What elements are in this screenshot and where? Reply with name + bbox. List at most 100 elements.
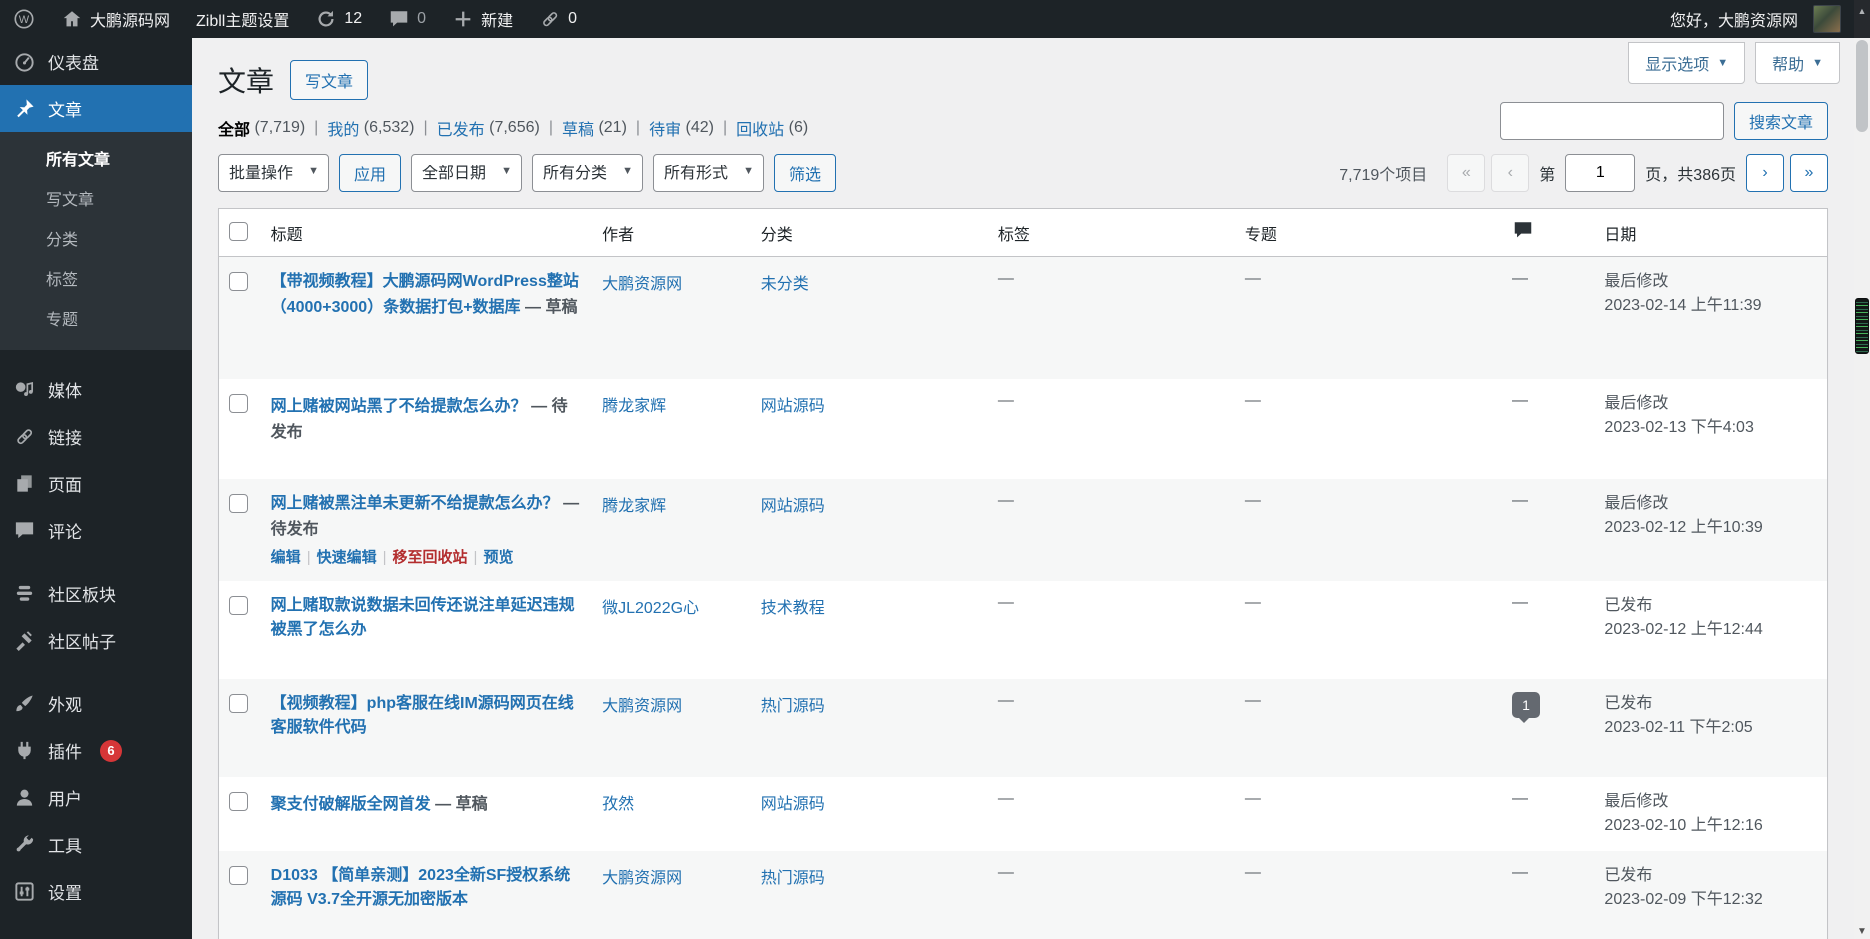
first-page-button[interactable]: « xyxy=(1447,154,1485,192)
sidebar-item-posts[interactable]: 文章 xyxy=(0,85,192,132)
scroll-down-arrow-icon[interactable]: ▼ xyxy=(1854,926,1870,937)
screen-options-button[interactable]: 显示选项 ▼ xyxy=(1628,42,1745,84)
updates-menu[interactable]: 12 xyxy=(302,0,375,38)
post-category-link[interactable]: 未分类 xyxy=(761,276,809,293)
sidebar-item-community-posts[interactable]: 社区帖子 xyxy=(0,617,192,664)
post-author-link[interactable]: 大鹏资源网 xyxy=(602,870,682,887)
post-title-link[interactable]: 网上赌被网站黑了不给提款怎么办？ xyxy=(271,398,527,415)
sidebar-item-community-boards[interactable]: 社区板块 xyxy=(0,570,192,617)
sidebar-item-comments[interactable]: 评论 xyxy=(0,507,192,554)
post-category-link[interactable]: 技术教程 xyxy=(761,600,825,617)
sidebar-item-settings[interactable]: 设置 xyxy=(0,868,192,915)
post-category-link[interactable]: 网站源码 xyxy=(761,398,825,415)
sidebar-item-appearance[interactable]: 外观 xyxy=(0,680,192,727)
my-account-menu[interactable]: 您好，大鹏资源网 xyxy=(1657,0,1854,38)
view-drafts[interactable]: 草稿 xyxy=(562,116,594,140)
post-author-link[interactable]: 腾龙家辉 xyxy=(602,498,666,515)
post-author-link[interactable]: 大鹏资源网 xyxy=(602,698,682,715)
filter-button[interactable]: 筛选 xyxy=(774,154,836,192)
select-post-checkbox[interactable] xyxy=(229,272,248,291)
view-all-count: (7,719) xyxy=(254,119,305,137)
sidebar-item-smart-seo-tool[interactable]: Smart SEO Tool xyxy=(0,931,192,939)
scrollbar-thumb[interactable] xyxy=(1856,40,1868,132)
sidebar-label-pages: 页面 xyxy=(48,471,82,496)
sidebar-item-tools[interactable]: 工具 xyxy=(0,821,192,868)
view-mine[interactable]: 我的 xyxy=(327,116,359,140)
site-name-menu[interactable]: 大鹏源码网 xyxy=(48,0,183,38)
edit-action[interactable]: 编辑 xyxy=(271,549,301,566)
post-title-link[interactable]: 聚支付破解版全网首发 xyxy=(271,796,431,813)
zibll-theme-settings-menu[interactable]: Zibll主题设置 xyxy=(183,0,302,38)
comments-admin-menu[interactable]: 0 xyxy=(375,0,439,38)
browser-scrollbar[interactable]: ▲ ▼ xyxy=(1854,0,1870,939)
select-post-checkbox[interactable] xyxy=(229,866,248,885)
svg-text:W: W xyxy=(19,14,30,26)
new-content-menu[interactable]: 新建 xyxy=(439,0,526,38)
post-category-link[interactable]: 热门源码 xyxy=(761,698,825,715)
post-author-link[interactable]: 孜然 xyxy=(602,796,634,813)
scroll-up-arrow-icon[interactable]: ▲ xyxy=(1854,0,1870,38)
post-status: 已发布 xyxy=(1604,867,1652,884)
column-title[interactable]: 标题 xyxy=(261,209,592,257)
view-trash[interactable]: 回收站 xyxy=(736,116,784,140)
wordpress-logo-menu[interactable]: W xyxy=(0,0,48,38)
topics-empty: — xyxy=(1245,392,1261,409)
comment-count-bubble[interactable]: 1 xyxy=(1512,692,1540,718)
column-category: 分类 xyxy=(751,209,988,257)
post-date: 2023-02-14 上午11:39 xyxy=(1604,297,1761,314)
prev-page-button[interactable]: ‹ xyxy=(1491,154,1529,192)
current-page-input[interactable] xyxy=(1565,154,1635,192)
post-category-link[interactable]: 网站源码 xyxy=(761,796,825,813)
help-button[interactable]: 帮助 ▼ xyxy=(1755,42,1840,84)
sidebar-item-plugins[interactable]: 插件 6 xyxy=(0,727,192,774)
quick-edit-action[interactable]: 快速编辑 xyxy=(317,549,377,566)
view-published[interactable]: 已发布 xyxy=(437,116,485,140)
post-category-link[interactable]: 网站源码 xyxy=(761,498,825,515)
select-post-checkbox[interactable] xyxy=(229,596,248,615)
submenu-tags[interactable]: 标签 xyxy=(0,258,192,298)
submenu-categories[interactable]: 分类 xyxy=(0,218,192,258)
search-posts-input[interactable] xyxy=(1500,102,1724,140)
select-post-checkbox[interactable] xyxy=(229,792,248,811)
sidebar-item-users[interactable]: 用户 xyxy=(0,774,192,821)
sidebar-item-pages[interactable]: 页面 xyxy=(0,460,192,507)
post-category-link[interactable]: 热门源码 xyxy=(761,870,825,887)
add-new-post-button[interactable]: 写文章 xyxy=(290,60,368,100)
submenu-add-post[interactable]: 写文章 xyxy=(0,178,192,218)
post-author-link[interactable]: 腾龙家辉 xyxy=(602,398,666,415)
sidebar-item-dashboard[interactable]: 仪表盘 xyxy=(0,38,192,85)
post-title-link[interactable]: 网上赌被黑注单未更新不给提款怎么办？ xyxy=(271,495,559,512)
post-title-link[interactable]: 【视频教程】php客服在线IM源码网页在线客服软件代码 xyxy=(271,695,574,735)
date-filter-select[interactable]: 全部日期 xyxy=(411,154,522,192)
select-post-checkbox[interactable] xyxy=(229,694,248,713)
select-post-checkbox[interactable] xyxy=(229,494,248,513)
trash-action[interactable]: 移至回收站 xyxy=(393,549,468,566)
view-all[interactable]: 全部 xyxy=(218,116,250,140)
next-page-button[interactable]: › xyxy=(1746,154,1784,192)
view-pending[interactable]: 待审 xyxy=(649,116,681,140)
comments-empty: — xyxy=(1512,790,1528,807)
select-post-checkbox[interactable] xyxy=(229,394,248,413)
submenu-topics[interactable]: 专题 xyxy=(0,298,192,338)
sidebar-item-links[interactable]: 链接 xyxy=(0,413,192,460)
links-count-menu[interactable]: 0 xyxy=(526,0,590,38)
column-date[interactable]: 日期 xyxy=(1594,209,1827,257)
select-all-checkbox[interactable] xyxy=(229,222,248,241)
post-author-link[interactable]: 微JL2022G心 xyxy=(602,600,699,617)
toolbar-filters: 批量操作▼ 应用 全部日期▼ 所有分类▼ 所有形式▼ 筛选 xyxy=(218,154,836,192)
search-posts-button[interactable]: 搜索文章 xyxy=(1734,102,1828,140)
tags-empty: — xyxy=(998,270,1014,287)
sidebar-item-media[interactable]: 媒体 xyxy=(0,366,192,413)
submenu-all-posts[interactable]: 所有文章 xyxy=(0,138,192,178)
format-filter-select[interactable]: 所有形式 xyxy=(653,154,764,192)
post-title-link[interactable]: D1033 【简单亲测】2023全新SF授权系统源码 V3.7全开源无加密版本 xyxy=(271,867,571,907)
preview-action[interactable]: 预览 xyxy=(483,549,513,566)
apply-button[interactable]: 应用 xyxy=(339,154,401,192)
last-page-button[interactable]: » xyxy=(1790,154,1828,192)
post-author-link[interactable]: 大鹏资源网 xyxy=(602,276,682,293)
bulk-action-select[interactable]: 批量操作 xyxy=(218,154,329,192)
table-row: 【带视频教程】大鹏源码网WordPress整站（4000+3000）条数据打包+… xyxy=(219,257,1828,379)
post-title-link[interactable]: 网上赌取款说数据未回传还说注单延迟违规被黑了怎么办 xyxy=(271,597,575,637)
category-filter-select[interactable]: 所有分类 xyxy=(532,154,643,192)
post-state: — 草稿 xyxy=(525,299,577,316)
